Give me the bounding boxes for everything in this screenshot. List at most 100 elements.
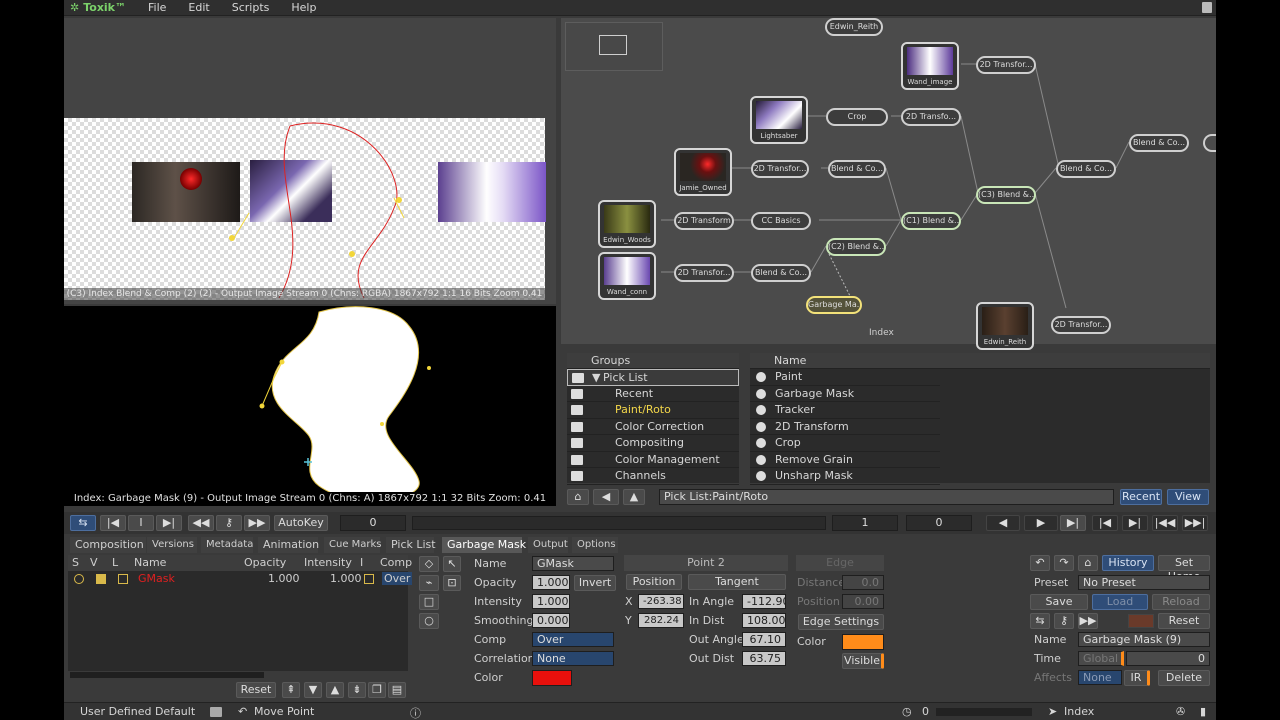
- tab-composition[interactable]: Composition: [70, 537, 146, 553]
- group-item-paint-roto[interactable]: Paint/Roto: [567, 402, 739, 419]
- node-edwin-reith[interactable]: Edwin_Reith: [825, 18, 883, 36]
- node-2d-transform-4[interactable]: 2D Transform: [674, 212, 734, 230]
- layers-reset-button[interactable]: Reset: [236, 682, 276, 698]
- move-down-button[interactable]: ▼: [304, 682, 322, 698]
- layer-comp[interactable]: Over: [382, 572, 413, 585]
- node-2d-transform-6[interactable]: 2D Transfor...: [1051, 316, 1111, 334]
- distance-field[interactable]: 0.0: [842, 575, 884, 590]
- tab-metadata[interactable]: Metadata: [201, 537, 253, 553]
- affects-dropdown[interactable]: None: [1078, 670, 1122, 685]
- node-name-field[interactable]: Garbage Mask (9): [1078, 632, 1210, 647]
- info-icon[interactable]: ⓘ: [410, 705, 421, 720]
- group-item-color-correction[interactable]: Color Correction: [567, 419, 739, 435]
- tab-animation[interactable]: Animation: [258, 537, 319, 553]
- prev-key-button[interactable]: ◀◀: [188, 515, 214, 531]
- time-value-field[interactable]: 0: [1126, 651, 1210, 666]
- reset-button[interactable]: Reset: [1158, 613, 1210, 629]
- node-2d-transform-2[interactable]: 2D Transfo...: [901, 108, 961, 126]
- draw-tool-button[interactable]: ◇: [419, 556, 439, 572]
- reload-preset-button[interactable]: Reload: [1152, 594, 1210, 610]
- transform-tool-button[interactable]: ⊡: [443, 575, 461, 591]
- opacity-field[interactable]: 1.000: [532, 575, 570, 590]
- select-tool-button[interactable]: ↖: [443, 556, 461, 572]
- tab-pick-list[interactable]: Pick List: [386, 537, 436, 553]
- intensity-field[interactable]: 1.000: [532, 594, 570, 609]
- node-blend-comp-top[interactable]: Blend & Co...: [1056, 160, 1116, 178]
- goto-start-button[interactable]: |◀: [100, 515, 126, 531]
- view-arrow-icon[interactable]: ➤: [1048, 705, 1057, 718]
- scroll-icon[interactable]: ▮: [1200, 705, 1206, 718]
- up-button[interactable]: ▲: [623, 489, 645, 505]
- key-toggle-button[interactable]: ⚷: [1054, 613, 1074, 629]
- invert-button[interactable]: Invert: [574, 575, 616, 591]
- group-item-compositing[interactable]: Compositing: [567, 435, 739, 452]
- node-2d-transform-3[interactable]: 2D Transfor...: [751, 160, 809, 178]
- tool-item-tracker[interactable]: Tracker: [750, 402, 940, 419]
- mask-color-swatch[interactable]: [532, 670, 572, 686]
- load-preset-button[interactable]: Load: [1092, 594, 1148, 610]
- schematic-view[interactable]: Edwin_Reith Wand_image 2D Transfor... Li…: [561, 18, 1216, 350]
- range-start-field[interactable]: 1: [832, 515, 898, 531]
- top-viewer[interactable]: (C3) Index Blend & Comp (2) (2) - Output…: [64, 18, 556, 304]
- tool-item-paint[interactable]: Paint: [750, 369, 940, 386]
- expand-triangle-icon[interactable]: ▼: [592, 370, 600, 386]
- time-mode-dropdown[interactable]: Global: [1078, 651, 1124, 666]
- position-tab-button[interactable]: Position: [626, 574, 682, 590]
- move-bottom-button[interactable]: ⇟: [348, 682, 366, 698]
- menu-scripts[interactable]: Scripts: [232, 1, 270, 14]
- node-crop[interactable]: Crop: [826, 108, 888, 126]
- menu-help[interactable]: Help: [291, 1, 316, 14]
- node-blend-comp-2[interactable]: Blend & Co...: [751, 264, 811, 282]
- layer-intensity[interactable]: 1.000: [330, 572, 362, 585]
- in-angle-field[interactable]: -112.90: [742, 594, 786, 609]
- preset-dropdown[interactable]: No Preset: [1078, 575, 1210, 590]
- undo-arrow-icon[interactable]: ↶: [238, 705, 247, 718]
- solo-radio-icon[interactable]: [74, 574, 84, 584]
- play-reverse-button[interactable]: ◀: [986, 515, 1020, 531]
- back-button[interactable]: ◀: [593, 489, 619, 505]
- x-field[interactable]: -263.38: [638, 594, 684, 609]
- loop-toggle-button[interactable]: ⇆: [70, 515, 96, 531]
- node-2d-transform-1[interactable]: 2D Transfor...: [976, 56, 1036, 74]
- node-2d-transform-5[interactable]: 2D Transfor...: [674, 264, 734, 282]
- group-item-pick-list[interactable]: ▼ Pick List: [567, 369, 739, 386]
- tangent-tab-button[interactable]: Tangent: [688, 574, 786, 590]
- node-cc-basics[interactable]: CC Basics: [751, 212, 811, 230]
- layer-opacity[interactable]: 1.000: [268, 572, 300, 585]
- invert-checkbox-icon[interactable]: [364, 574, 374, 584]
- save-preset-button[interactable]: Save: [1030, 594, 1088, 610]
- tab-cue-marks[interactable]: Cue Marks: [324, 537, 382, 553]
- out-angle-field[interactable]: 67.10: [742, 632, 786, 647]
- window-close-icon[interactable]: [1202, 2, 1212, 13]
- delete-button[interactable]: Delete: [1158, 670, 1210, 686]
- view-button[interactable]: View: [1167, 489, 1209, 505]
- node-c1-blend[interactable]: (C1) Blend &...: [901, 212, 961, 230]
- edge-color-swatch[interactable]: [842, 634, 884, 650]
- duplicate-button[interactable]: ❐: [368, 682, 386, 698]
- y-field[interactable]: 282.24: [638, 613, 684, 628]
- lock-checkbox-icon[interactable]: [118, 574, 128, 584]
- set-home-button[interactable]: Set Home: [1158, 555, 1210, 583]
- browser-path-field[interactable]: Pick List:Paint/Roto: [659, 489, 1114, 505]
- tool-item-unsharp-mask[interactable]: Unsharp Mask: [750, 468, 940, 485]
- preset-status[interactable]: User Defined Default: [80, 705, 195, 718]
- thumbnail-node-edwin-woods[interactable]: Edwin_Woods: [598, 200, 656, 248]
- menu-file[interactable]: File: [148, 1, 166, 14]
- node-c2-blend[interactable]: (C2) Blend &...: [826, 238, 886, 256]
- play-frame-button[interactable]: ▶|: [1060, 515, 1086, 531]
- visible-checkbox-icon[interactable]: [96, 574, 106, 584]
- autokey-toggle[interactable]: AutoKey: [274, 515, 328, 531]
- history-button[interactable]: History: [1102, 555, 1154, 571]
- node-garbage-mask[interactable]: Garbage Ma...: [806, 296, 862, 314]
- set-key-button[interactable]: I: [128, 515, 154, 531]
- tool-item-remove-grain[interactable]: Remove Grain: [750, 452, 940, 468]
- out-dist-field[interactable]: 63.75: [742, 651, 786, 666]
- bezier-tool-button[interactable]: ⌁: [419, 575, 439, 591]
- current-frame-field[interactable]: 0: [340, 515, 406, 531]
- ellipse-tool-button[interactable]: ○: [419, 613, 439, 629]
- key-button[interactable]: ⚷: [216, 515, 242, 531]
- forward-key-button[interactable]: ▶▶: [1078, 613, 1098, 629]
- tab-output[interactable]: Output: [528, 537, 568, 553]
- tab-versions[interactable]: Versions: [147, 537, 197, 553]
- layout-icon[interactable]: [210, 707, 222, 717]
